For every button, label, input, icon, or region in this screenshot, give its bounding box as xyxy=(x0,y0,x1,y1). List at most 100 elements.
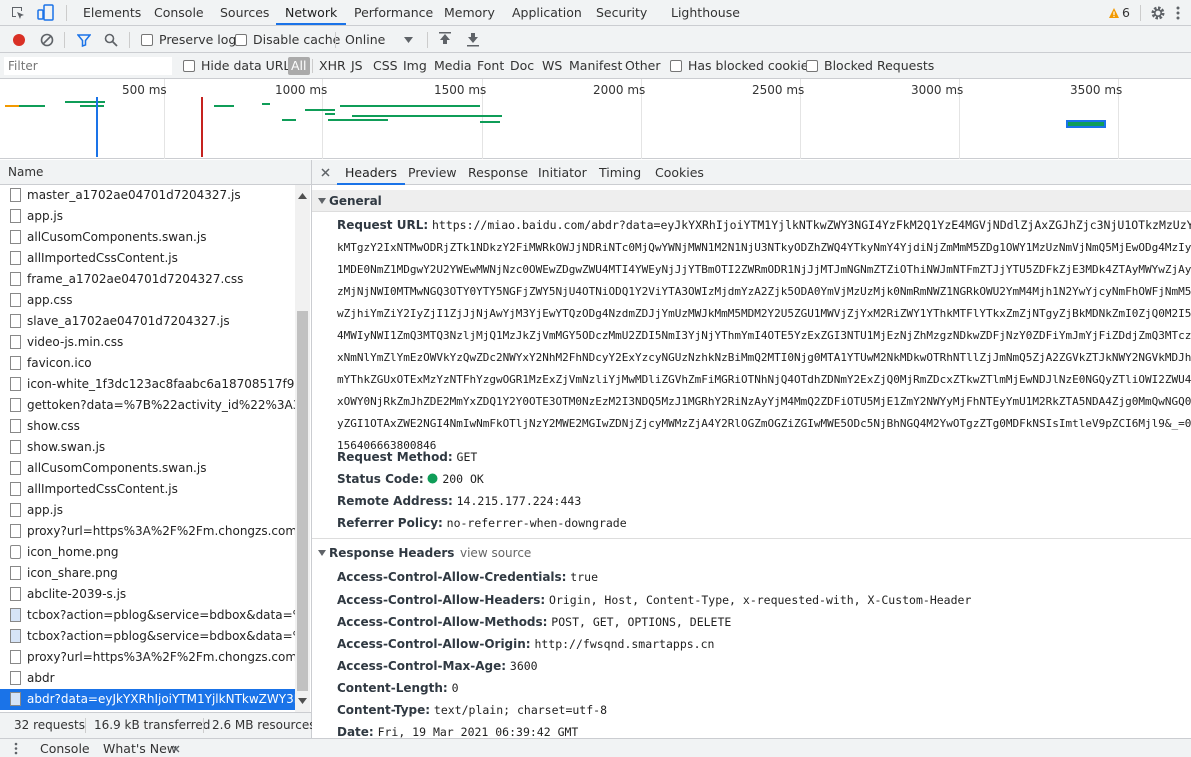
request-row[interactable]: icon-white_1f3dc123ac8faabc6a18708517f92… xyxy=(0,374,295,395)
type-filter-img[interactable]: Img xyxy=(403,53,427,79)
view-source-link[interactable]: view source xyxy=(460,542,531,564)
tab-initiator[interactable]: Initiator xyxy=(538,160,587,185)
request-row[interactable]: tcbox?action=pblog&service=bdbox&data=%7… xyxy=(0,626,295,647)
request-list-header[interactable]: Name xyxy=(0,160,312,185)
tab-elements[interactable]: Elements xyxy=(83,0,141,25)
request-name[interactable]: master_a1702ae04701d7204327.js xyxy=(27,185,241,206)
scroll-down-icon[interactable] xyxy=(298,698,307,704)
type-filter-js[interactable]: JS xyxy=(351,53,363,79)
request-name[interactable]: allImportedCssContent.js xyxy=(27,479,178,500)
hide-data-urls-checkbox[interactable] xyxy=(183,60,195,72)
type-filter-css[interactable]: CSS xyxy=(373,53,398,79)
request-row[interactable]: frame_a1702ae04701d7204327.css xyxy=(0,269,295,290)
tab-timing[interactable]: Timing xyxy=(599,160,641,185)
request-row[interactable]: icon_share.png xyxy=(0,563,295,584)
tab-console[interactable]: Console xyxy=(154,0,204,25)
clear-icon[interactable] xyxy=(40,33,54,47)
scrollbar-thumb[interactable] xyxy=(297,311,308,691)
type-filter-all[interactable]: All xyxy=(288,57,310,75)
request-row[interactable]: show.swan.js xyxy=(0,437,295,458)
request-name[interactable]: allImportedCssContent.js xyxy=(27,248,178,269)
filter-input[interactable] xyxy=(4,57,172,75)
request-name[interactable]: icon-white_1f3dc123ac8faabc6a18708517f92… xyxy=(27,374,295,395)
request-name[interactable]: video-js.min.css xyxy=(27,332,123,353)
request-name[interactable]: icon_share.png xyxy=(27,563,118,584)
blocked-requests-checkbox[interactable] xyxy=(806,60,818,72)
tab-cookies[interactable]: Cookies xyxy=(655,160,704,185)
request-row[interactable]: icon_home.png xyxy=(0,542,295,563)
tab-response[interactable]: Response xyxy=(468,160,528,185)
type-filter-ws[interactable]: WS xyxy=(542,53,562,79)
request-name[interactable]: gettoken?data=%7B%22activity_id%22%3A352… xyxy=(27,395,295,416)
tab-performance[interactable]: Performance xyxy=(354,0,433,25)
general-section-header[interactable]: General xyxy=(312,190,1191,212)
tab-memory[interactable]: Memory xyxy=(444,0,495,25)
request-row[interactable]: app.css xyxy=(0,290,295,311)
type-filter-media[interactable]: Media xyxy=(434,53,472,79)
request-row[interactable]: allImportedCssContent.js xyxy=(0,479,295,500)
response-headers-section-header[interactable]: Response Headers view source xyxy=(312,542,1191,564)
close-icon[interactable] xyxy=(172,745,180,753)
request-name[interactable]: tcbox?action=pblog&service=bdbox&data=%7… xyxy=(27,605,295,626)
throttling-select[interactable]: Online xyxy=(345,26,385,53)
request-name[interactable]: app.css xyxy=(27,290,73,311)
request-row[interactable]: proxy?url=https%3A%2F%2Fm.chongzs.com%2F… xyxy=(0,521,295,542)
request-row-selected[interactable]: abdr?data=eyJkYXRhIjoiYTM1YjlkNTkwZWY3NG… xyxy=(0,689,295,710)
request-name[interactable]: allCusomComponents.swan.js xyxy=(27,458,206,479)
has-blocked-cookies-checkbox[interactable] xyxy=(670,60,682,72)
request-list-scrollbar[interactable] xyxy=(295,185,310,712)
request-name[interactable]: abdr?data=eyJkYXRhIjoiYTM1YjlkNTkwZWY3NG… xyxy=(27,689,295,710)
type-filter-font[interactable]: Font xyxy=(477,53,504,79)
request-row[interactable]: allImportedCssContent.js xyxy=(0,248,295,269)
request-name[interactable]: favicon.ico xyxy=(27,353,92,374)
type-filter-manifest[interactable]: Manifest xyxy=(569,53,622,79)
filter-icon[interactable] xyxy=(77,33,91,47)
request-name[interactable]: icon_home.png xyxy=(27,542,119,563)
hide-data-urls-label[interactable]: Hide data URLs xyxy=(201,53,297,79)
request-row[interactable]: app.js xyxy=(0,500,295,521)
tab-sources[interactable]: Sources xyxy=(220,0,269,25)
request-row[interactable]: master_a1702ae04701d7204327.js xyxy=(0,185,295,206)
warning-icon[interactable] xyxy=(1108,7,1120,19)
request-name[interactable]: abclite-2039-s.js xyxy=(27,584,126,605)
tab-network[interactable]: Network xyxy=(276,0,347,25)
scroll-up-icon[interactable] xyxy=(298,193,307,199)
request-name[interactable]: show.css xyxy=(27,416,80,437)
request-name[interactable]: proxy?url=https%3A%2F%2Fm.chongzs.com%2F… xyxy=(27,521,295,542)
settings-gear-icon[interactable] xyxy=(1150,5,1166,21)
timeline-overview[interactable]: 500 ms 1000 ms 1500 ms 2000 ms 2500 ms 3… xyxy=(0,79,1191,159)
more-options-icon[interactable] xyxy=(1175,5,1181,21)
request-name[interactable]: slave_a1702ae04701d7204327.js xyxy=(27,311,230,332)
request-name[interactable]: show.swan.js xyxy=(27,437,105,458)
record-icon[interactable] xyxy=(12,33,26,47)
triangle-down-icon[interactable] xyxy=(318,550,326,556)
chevron-down-icon[interactable] xyxy=(404,37,413,43)
request-row[interactable]: allCusomComponents.swan.js xyxy=(0,458,295,479)
request-row[interactable]: slave_a1702ae04701d7204327.js xyxy=(0,311,295,332)
tab-security[interactable]: Security xyxy=(596,0,647,25)
tab-headers[interactable]: Headers xyxy=(337,160,406,185)
request-row[interactable]: abdr xyxy=(0,668,295,689)
has-blocked-cookies-label[interactable]: Has blocked cookies xyxy=(688,53,815,79)
request-row[interactable]: allCusomComponents.swan.js xyxy=(0,227,295,248)
triangle-down-icon[interactable] xyxy=(318,198,326,204)
close-icon[interactable] xyxy=(321,168,330,177)
preserve-log-label[interactable]: Preserve log xyxy=(159,26,236,53)
search-icon[interactable] xyxy=(104,33,118,47)
type-filter-xhr[interactable]: XHR xyxy=(319,53,346,79)
inspect-element-icon[interactable] xyxy=(10,5,26,21)
drawer-tab-whats-new[interactable]: What's New xyxy=(103,739,177,757)
import-har-icon[interactable] xyxy=(438,32,452,47)
export-har-icon[interactable] xyxy=(466,32,480,47)
request-name[interactable]: proxy?url=https%3A%2F%2Fm.chongzs.com%2F… xyxy=(27,647,295,668)
request-name[interactable]: app.js xyxy=(27,500,63,521)
tab-lighthouse[interactable]: Lighthouse xyxy=(671,0,740,25)
drawer-menu-icon[interactable] xyxy=(14,742,18,755)
blocked-requests-label[interactable]: Blocked Requests xyxy=(824,53,934,79)
request-row[interactable]: proxy?url=https%3A%2F%2Fm.chongzs.com%2F… xyxy=(0,647,295,668)
tab-application[interactable]: Application xyxy=(512,0,582,25)
name-column-header[interactable]: Name xyxy=(8,160,43,185)
request-row[interactable]: show.css xyxy=(0,416,295,437)
request-row[interactable]: gettoken?data=%7B%22activity_id%22%3A352… xyxy=(0,395,295,416)
warning-count[interactable]: 6 xyxy=(1122,0,1130,25)
